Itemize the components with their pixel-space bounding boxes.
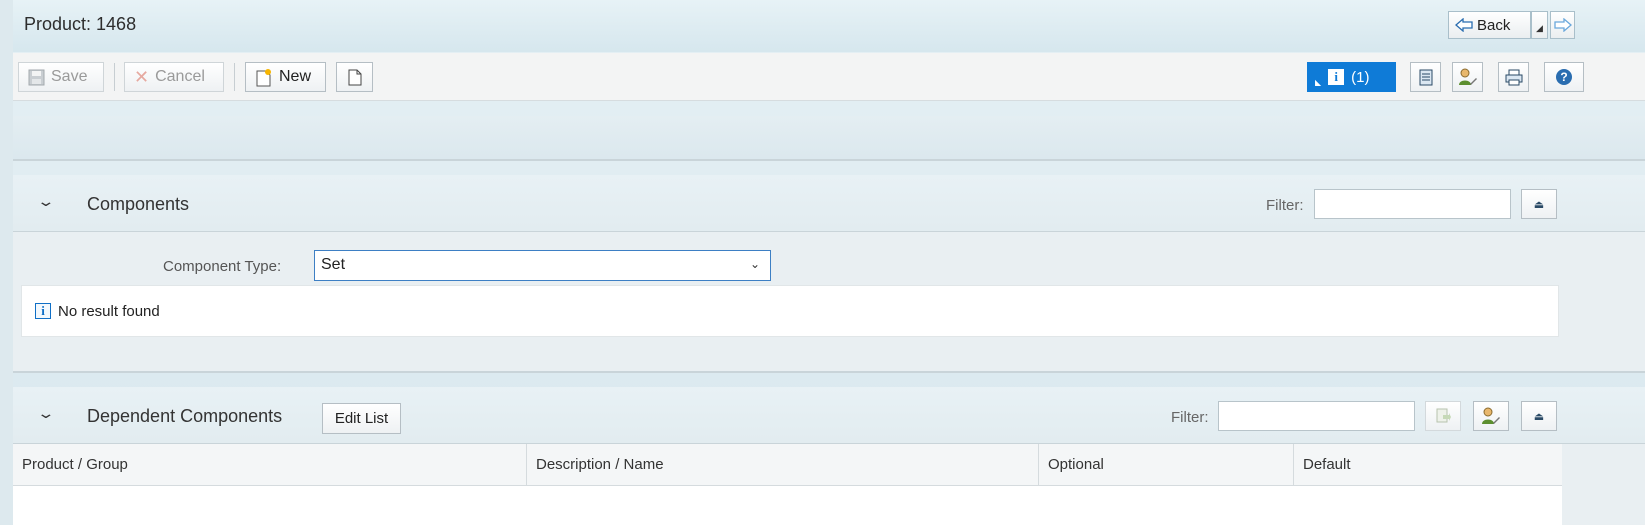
forward-button[interactable] — [1550, 11, 1575, 39]
toolbar-divider — [234, 63, 235, 91]
eject-icon: ⏏ — [1533, 198, 1545, 211]
print-button[interactable] — [1498, 62, 1529, 92]
user-settings-icon — [1482, 407, 1500, 424]
components-filter-label: Filter: — [1266, 197, 1304, 214]
dependent-table-header: Product / Group Description / Name Optio… — [13, 444, 1562, 486]
components-collapse-button[interactable]: ⏏ — [1521, 189, 1557, 219]
no-result-message: i No result found — [21, 285, 1559, 337]
dependent-table-body — [13, 486, 1562, 525]
components-panel-header: ⌄ Components Filter: ⏏ — [13, 175, 1645, 232]
cancel-label: Cancel — [155, 68, 205, 85]
copy-button[interactable] — [336, 62, 373, 92]
chevron-down-icon: ⌄ — [749, 257, 760, 271]
header-band — [13, 116, 1645, 161]
info-icon: i — [35, 303, 51, 319]
info-icon: i — [1328, 69, 1345, 85]
corner-icon: ◣ — [1315, 77, 1322, 87]
save-button[interactable]: Save — [18, 62, 104, 92]
printer-icon — [1505, 69, 1522, 85]
new-document-icon — [256, 68, 271, 86]
svg-text:?: ? — [1560, 70, 1567, 84]
dependent-title: Dependent Components — [87, 406, 283, 426]
messages-button[interactable]: ◣ i (1) — [1307, 62, 1396, 92]
export-icon — [1436, 408, 1451, 423]
no-result-text: No result found — [58, 303, 160, 320]
dependent-filter-input[interactable] — [1218, 401, 1415, 431]
notes-button[interactable] — [1410, 62, 1441, 92]
back-history-dropdown[interactable]: ◢ — [1531, 11, 1548, 39]
export-button[interactable] — [1425, 401, 1461, 431]
components-title: Components — [87, 194, 190, 214]
toolbar: Save ✕ Cancel New ◣ i (1) ? — [13, 53, 1645, 101]
collapse-chevron-icon[interactable]: ⌄ — [36, 193, 55, 210]
cancel-button[interactable]: ✕ Cancel — [124, 62, 224, 92]
save-label: Save — [51, 68, 88, 85]
copy-icon — [348, 69, 361, 85]
title-bar: Product: 1468 Back ◢ — [13, 0, 1645, 52]
column-header-description-name[interactable]: Description / Name — [527, 444, 1039, 485]
new-button[interactable]: New — [245, 62, 326, 92]
personalize-button[interactable] — [1452, 62, 1483, 92]
back-button[interactable]: Back — [1448, 11, 1531, 39]
help-button[interactable]: ? — [1544, 62, 1584, 92]
user-settings-icon — [1458, 68, 1477, 85]
back-arrow-icon — [1455, 18, 1473, 32]
triangle-down-icon: ◢ — [1536, 23, 1543, 33]
component-type-label: Component Type: — [163, 258, 282, 275]
dependent-components-panel: ⌄ Dependent Components Edit List Filter:… — [13, 387, 1645, 525]
dependent-filter-label: Filter: — [1171, 409, 1209, 426]
save-icon — [28, 69, 45, 85]
column-header-default[interactable]: Default — [1294, 444, 1562, 485]
table-personalize-button[interactable] — [1473, 401, 1509, 431]
help-icon: ? — [1556, 69, 1572, 85]
components-panel: ⌄ Components Filter: ⏏ Component Type: S… — [13, 175, 1645, 373]
column-header-product-group[interactable]: Product / Group — [13, 444, 527, 485]
messages-count: (1) — [1351, 68, 1370, 86]
component-type-select[interactable]: Set ⌄ — [314, 250, 771, 281]
column-header-optional[interactable]: Optional — [1039, 444, 1294, 485]
notes-icon — [1419, 69, 1432, 85]
eject-icon: ⏏ — [1533, 410, 1545, 423]
components-filter-input[interactable] — [1314, 189, 1511, 219]
forward-arrow-icon — [1553, 18, 1572, 32]
new-label: New — [279, 68, 312, 85]
back-label: Back — [1477, 16, 1511, 34]
collapse-chevron-icon[interactable]: ⌄ — [36, 405, 55, 422]
cancel-icon: ✕ — [134, 66, 150, 87]
dependent-panel-header: ⌄ Dependent Components Edit List Filter:… — [13, 387, 1645, 444]
toolbar-divider — [114, 63, 115, 91]
page-title: Product: 1468 — [24, 14, 137, 34]
component-type-value: Set — [321, 256, 346, 273]
dependent-collapse-button[interactable]: ⏏ — [1521, 401, 1557, 431]
edit-list-button[interactable]: Edit List — [322, 403, 401, 434]
